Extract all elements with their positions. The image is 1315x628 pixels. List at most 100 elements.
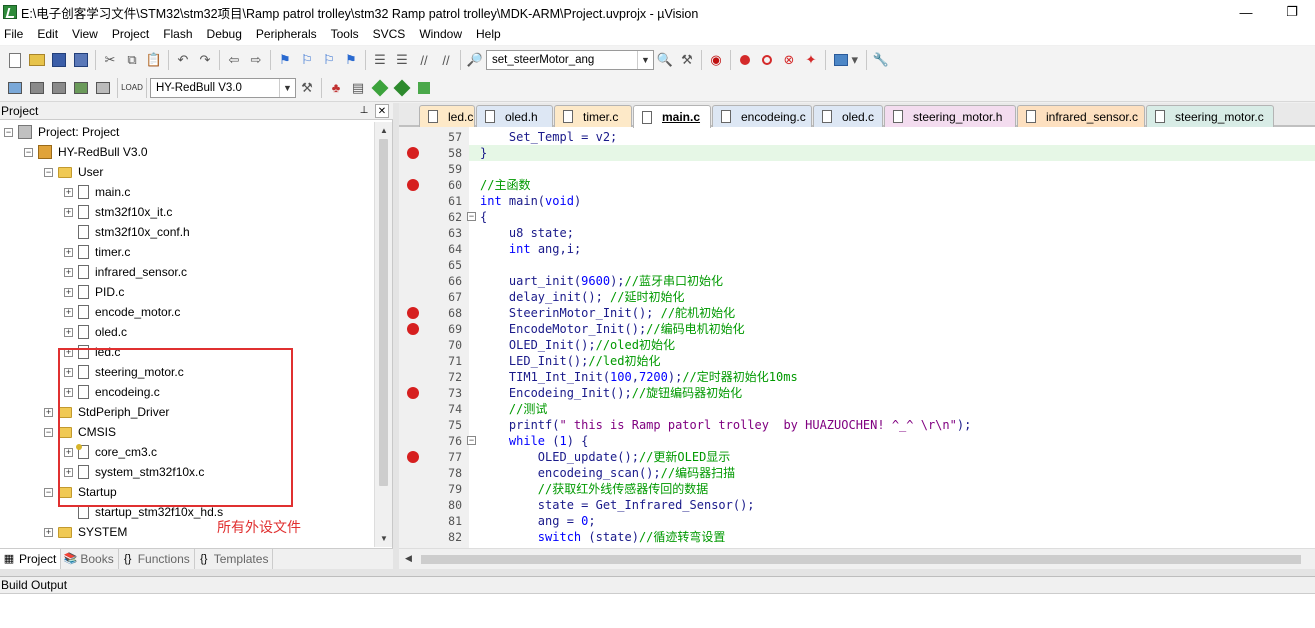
editor-horizontal-scrollbar[interactable]: ◀ (399, 548, 1315, 569)
expand-icon[interactable]: + (64, 247, 73, 257)
menu-help[interactable]: Help (469, 24, 508, 45)
code-line[interactable]: } (480, 145, 487, 161)
tree-item-encode-motor-c[interactable]: + encode_motor.c (64, 302, 180, 322)
disable-all-breakpoints-icon[interactable]: ⊗ (778, 49, 800, 71)
collapse-icon[interactable]: − (44, 167, 53, 177)
tab-templates[interactable]: {} Templates (195, 549, 274, 569)
menu-file[interactable]: File (0, 24, 30, 45)
code-line[interactable]: OLED_update();//更新OLED显示 (480, 449, 731, 465)
menu-tools[interactable]: Tools (324, 24, 366, 45)
editor-tab-led-c[interactable]: led.c (419, 105, 475, 127)
editor-tab-steering-motor-c[interactable]: steering_motor.c (1146, 105, 1274, 127)
expand-icon[interactable]: + (44, 407, 53, 417)
expand-icon[interactable]: + (64, 207, 73, 217)
editor-tab-oled-h[interactable]: oled.h (476, 105, 553, 127)
tree-item-main-c[interactable]: + main.c (64, 182, 130, 202)
tree-item-project-project[interactable]: − Project: Project (4, 122, 119, 142)
code-line[interactable]: EncodeMotor_Init();//编码电机初始化 (480, 321, 745, 337)
target-combo[interactable]: HY-RedBull V3.0 ▼ (150, 77, 296, 98)
code-line[interactable]: //主函数 (480, 177, 530, 193)
fold-icon[interactable]: − (467, 436, 476, 445)
code-editor[interactable]: 57 Set_Templ = v2; 58} 59 60//主函数 61 int main… (399, 127, 1315, 548)
project-tree-scrollbar[interactable]: ▲ ▼ (374, 122, 392, 547)
expand-icon[interactable]: + (44, 527, 53, 537)
expand-icon[interactable]: + (64, 307, 73, 317)
menu-flash[interactable]: Flash (156, 24, 199, 45)
menu-svcs[interactable]: SVCS (366, 24, 413, 45)
menu-edit[interactable]: Edit (30, 24, 65, 45)
minimize-icon[interactable]: — (1223, 0, 1269, 24)
code-line[interactable]: ang = 0; (480, 513, 596, 529)
tab-books[interactable]: 📚 Books (61, 549, 119, 569)
code-line[interactable]: Set_Templ = v2; (480, 129, 617, 145)
code-line[interactable]: SteerinMotor_Init(); //舵机初始化 (480, 305, 735, 321)
tree-item-stm32f10x-conf-h[interactable]: stm32f10x_conf.h (64, 222, 190, 242)
tree-item-user[interactable]: − User (44, 162, 103, 182)
restore-icon[interactable]: ❐ (1269, 0, 1315, 24)
save-icon[interactable] (48, 49, 70, 71)
new-file-icon[interactable] (4, 49, 26, 71)
collapse-icon[interactable]: − (24, 147, 33, 157)
kill-all-breakpoints-icon[interactable]: ✦ (800, 49, 822, 71)
save-all-icon[interactable] (70, 49, 92, 71)
comment-icon[interactable]: // (413, 49, 435, 71)
code-line[interactable]: uart_init(9600);//蓝牙串口初始化 (480, 273, 723, 289)
expand-icon[interactable]: + (64, 287, 73, 297)
paste-icon[interactable]: 📋 (143, 49, 165, 71)
file-extensions-icon[interactable]: ♣ (325, 77, 347, 99)
pack-installer-icon[interactable] (413, 77, 435, 99)
navigate-back-icon[interactable]: ⇦ (223, 49, 245, 71)
code-line[interactable]: state = Get_Infrared_Sensor(); (480, 497, 755, 513)
code-line[interactable]: switch (state)//循迹转弯设置 (480, 529, 726, 545)
find-combo[interactable]: set_steerMotor_ang ▼ (486, 50, 654, 70)
editor-tab-timer-c[interactable]: timer.c (554, 105, 632, 127)
translate-icon[interactable] (4, 77, 26, 99)
code-line[interactable]: while (1) { (480, 433, 589, 449)
code-line[interactable]: delay_init(); //延时初始化 (480, 289, 685, 305)
code-line[interactable]: //获取红外线传感器传回的数据 (480, 481, 708, 497)
build-icon[interactable] (26, 77, 48, 99)
output-splitter[interactable] (0, 569, 1315, 576)
tree-item-system[interactable]: + SYSTEM (44, 522, 127, 542)
editor-tab-oled-c[interactable]: oled.c (813, 105, 883, 127)
target-options-icon[interactable]: ⚒ (296, 77, 318, 99)
clear-bookmarks-icon[interactable]: ⚑ (340, 49, 362, 71)
navigate-forward-icon[interactable]: ⇨ (245, 49, 267, 71)
start-debug-icon[interactable]: ◉ (705, 49, 727, 71)
code-line[interactable]: TIM1_Int_Init(100,7200);//定时器初始化10ms (480, 369, 798, 385)
code-line[interactable]: LED_Init();//led初始化 (480, 353, 661, 369)
next-bookmark-icon[interactable]: ⚐ (318, 49, 340, 71)
editor-tab-encodeing-c[interactable]: encodeing.c (712, 105, 812, 127)
code-line[interactable]: encodeing_scan();//编码器扫描 (480, 465, 735, 481)
tab-functions[interactable]: {} Functions (119, 549, 195, 569)
enable-breakpoint-icon[interactable] (756, 49, 778, 71)
expand-icon[interactable]: + (64, 267, 73, 277)
find-in-files-icon[interactable]: 🔎 (464, 49, 486, 71)
run-time-env-icon[interactable] (369, 77, 391, 99)
tree-item-pid-c[interactable]: + PID.c (64, 282, 124, 302)
copy-icon[interactable]: ⧉ (121, 49, 143, 71)
menu-window[interactable]: Window (412, 24, 469, 45)
code-line[interactable]: OLED_Init();//oled初始化 (480, 337, 675, 353)
tree-item-stm32f10x-it-c[interactable]: + stm32f10x_it.c (64, 202, 172, 222)
open-file-icon[interactable] (26, 49, 48, 71)
editor-tab-steering-motor-h[interactable]: steering_motor.h (884, 105, 1016, 127)
collapse-icon[interactable]: − (44, 487, 53, 497)
menu-debug[interactable]: Debug (200, 24, 249, 45)
code-line[interactable]: //测试 (480, 401, 547, 417)
expand-icon[interactable]: + (64, 327, 73, 337)
collapse-icon[interactable]: − (44, 427, 53, 437)
breakpoint-icon[interactable] (407, 323, 419, 335)
fold-icon[interactable]: − (467, 212, 476, 221)
bookmark-icon[interactable]: ⚑ (274, 49, 296, 71)
scroll-thumb[interactable] (421, 555, 1301, 564)
code-line[interactable]: { (480, 209, 487, 225)
code-line[interactable]: int ang,i; (480, 241, 581, 257)
scroll-thumb[interactable] (379, 139, 388, 486)
breakpoint-icon[interactable] (407, 307, 419, 319)
window-layout-icon[interactable]: ▾ (829, 49, 863, 71)
unindent-icon[interactable]: ☰ (391, 49, 413, 71)
expand-icon[interactable]: + (64, 187, 73, 197)
chevron-down-icon[interactable]: ▼ (637, 51, 653, 69)
menu-project[interactable]: Project (105, 24, 156, 45)
